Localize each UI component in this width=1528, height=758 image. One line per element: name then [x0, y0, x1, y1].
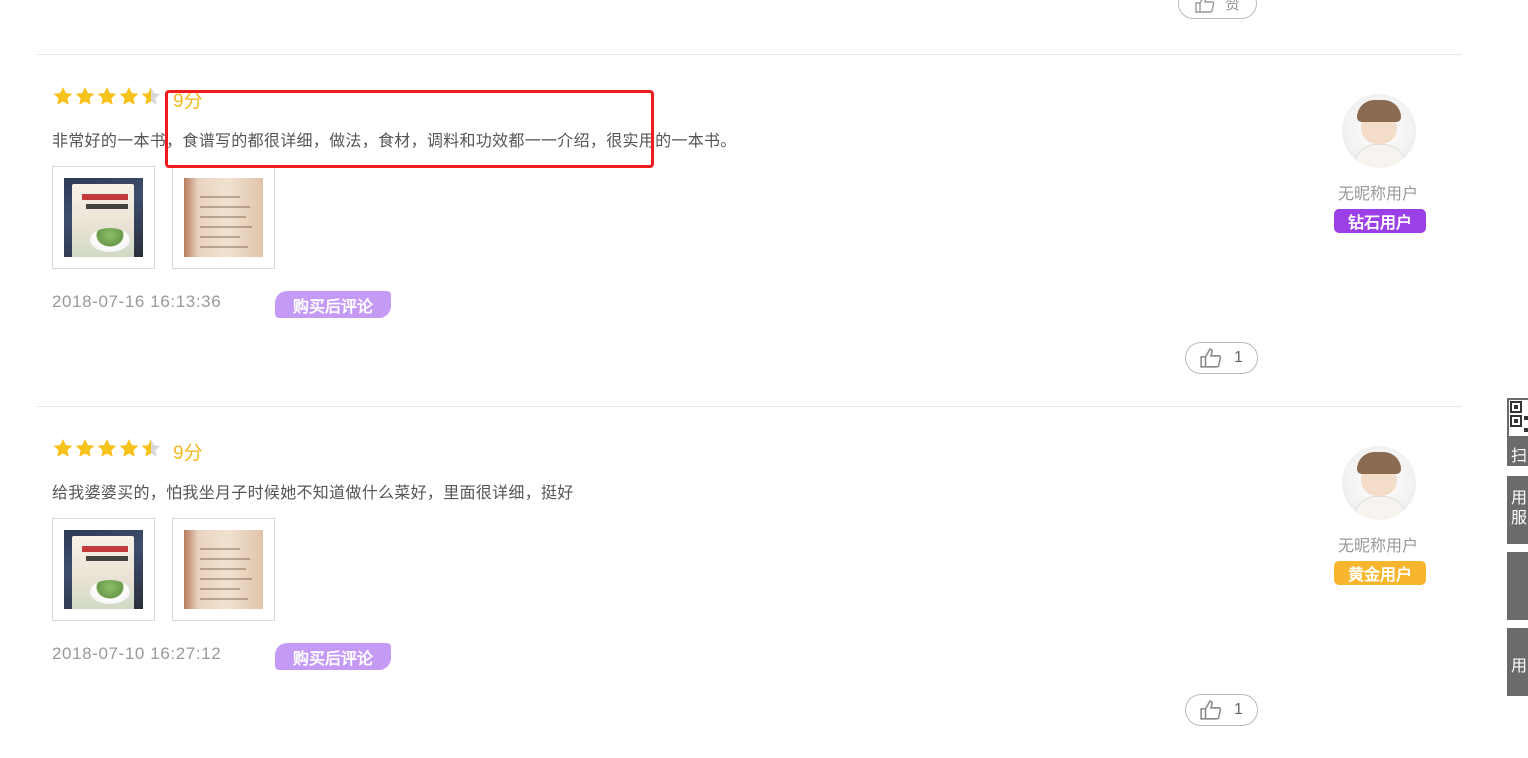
like-count: 1: [1234, 701, 1243, 718]
side-tab-user[interactable]: 用: [1507, 628, 1528, 696]
like-button[interactable]: 1: [1185, 694, 1258, 726]
side-tab-qrcode[interactable]: 扫: [1507, 398, 1528, 466]
user-avatar[interactable]: [1342, 94, 1416, 168]
review-content: 给我婆婆买的，怕我坐月子时候她不知道做什么菜好，里面很详细，挺好: [52, 483, 574, 502]
thumbs-up-icon: [1200, 700, 1222, 720]
like-count: 1: [1234, 349, 1243, 366]
like-label: 赞: [1224, 0, 1240, 13]
rating-stars: [52, 85, 162, 107]
review-date: 2018-07-10 16:27:12: [52, 644, 222, 663]
review-item: 9分 给我婆婆买的，怕我坐月子时候她不知道做什么菜好，里面很详细，挺好 2018…: [0, 408, 1470, 758]
star-icon: [75, 87, 95, 105]
star-icon: [53, 439, 73, 457]
thumbs-up-icon: [1195, 0, 1215, 13]
star-icon: [97, 87, 117, 105]
star-icon: [119, 87, 139, 105]
side-tab-service[interactable]: 用 服: [1507, 476, 1528, 544]
star-icon: [97, 439, 117, 457]
review-image-book-cover[interactable]: [52, 518, 155, 621]
side-tab-label: 用: [1511, 656, 1528, 675]
user-level-badge: 钻石用户: [1334, 209, 1426, 233]
divider: [37, 54, 1462, 55]
side-tab-feedback[interactable]: [1507, 552, 1528, 620]
like-button[interactable]: 1: [1185, 342, 1258, 374]
user-level-badge: 黄金用户: [1334, 561, 1426, 585]
purchase-badge: 购买后评论: [275, 291, 391, 318]
star-icon: [141, 87, 161, 105]
review-image-book-page[interactable]: [172, 518, 275, 621]
highlight-box: [165, 90, 654, 168]
thumbs-up-icon: [1200, 348, 1222, 368]
user-nickname[interactable]: 无昵称用户: [1338, 180, 1418, 204]
rating-score: 9分: [173, 443, 203, 464]
side-tab-label: 用 服: [1511, 488, 1528, 527]
user-nickname[interactable]: 无昵称用户: [1338, 532, 1418, 556]
divider: [37, 406, 1462, 407]
review-image-book-cover[interactable]: [52, 166, 155, 269]
qr-code-icon: [1509, 400, 1528, 436]
star-icon: [53, 87, 73, 105]
star-icon: [75, 439, 95, 457]
purchase-badge: 购买后评论: [275, 643, 391, 670]
star-icon: [141, 439, 161, 457]
side-tab-label: 扫: [1511, 446, 1528, 465]
star-icon: [119, 439, 139, 457]
user-avatar[interactable]: [1342, 446, 1416, 520]
rating-stars: [52, 437, 162, 459]
review-image-book-page[interactable]: [172, 166, 275, 269]
review-date: 2018-07-16 16:13:36: [52, 292, 222, 311]
like-button[interactable]: 赞: [1178, 0, 1257, 19]
